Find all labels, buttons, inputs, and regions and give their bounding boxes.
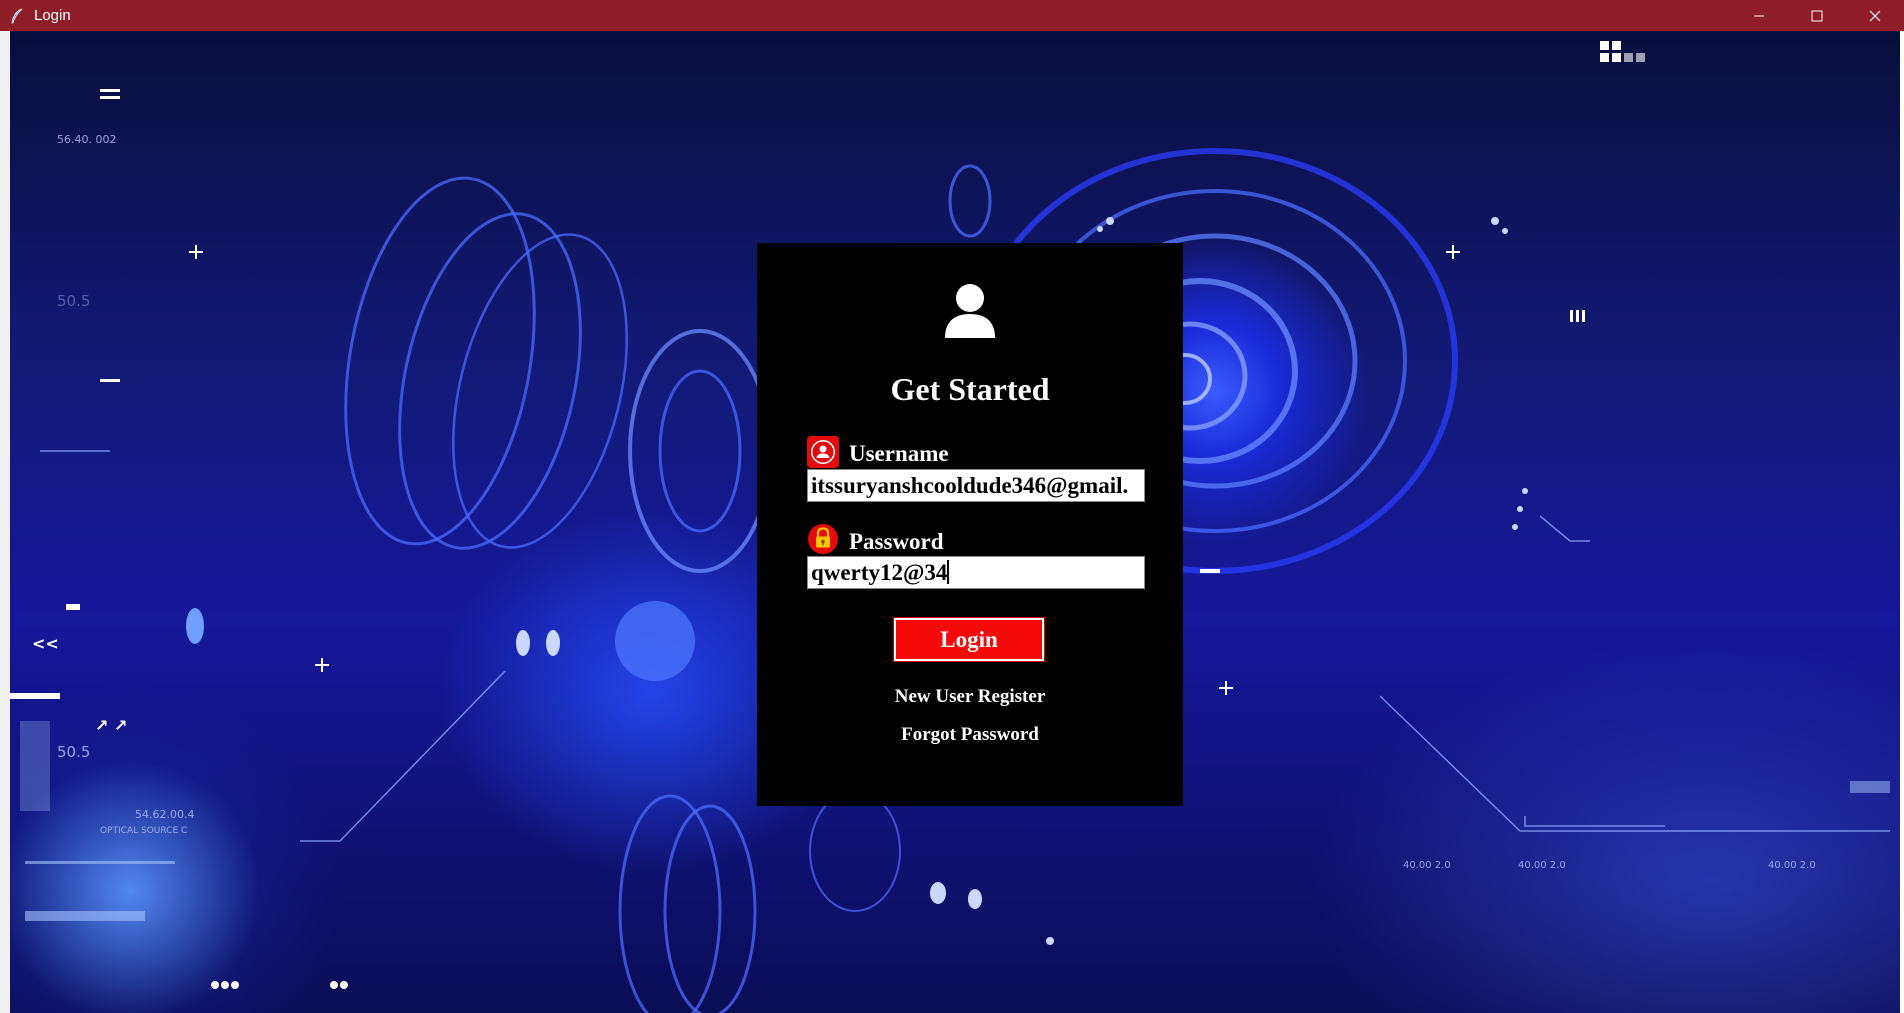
svg-text:<<: << — [32, 634, 59, 653]
feather-icon — [8, 7, 26, 25]
bg-readout-3: 50.5 — [57, 743, 90, 761]
bg-readout-7: 40.00 2.0 — [1518, 860, 1566, 871]
page-title: Get Started — [890, 371, 1050, 407]
forgot-password-link[interactable]: Forgot Password — [757, 724, 1183, 746]
bg-readout-6: 40.00 2.0 — [1403, 860, 1451, 871]
password-value: qwerty12@34 — [811, 560, 948, 585]
close-button[interactable] — [1846, 0, 1904, 31]
window-right-edge — [1900, 31, 1904, 1013]
maximize-icon — [1811, 10, 1823, 21]
bg-readout-4: 54.62.00.4 — [135, 808, 194, 821]
bg-readout-8: 40.00 2.0 — [1768, 860, 1816, 871]
close-icon — [1869, 10, 1881, 21]
register-link[interactable]: New User Register — [757, 686, 1183, 708]
title-bar: Login — [0, 0, 1904, 31]
window-controls — [1730, 0, 1904, 31]
window-left-edge — [0, 31, 10, 1013]
text-caret — [947, 560, 950, 584]
user-avatar-icon — [945, 284, 995, 338]
minimize-icon — [1754, 15, 1764, 16]
lock-icon — [807, 523, 839, 555]
bg-readout-5: OPTICAL SOURCE C — [100, 826, 187, 836]
user-icon — [807, 436, 839, 468]
bg-readout-2: 50.5 — [57, 292, 90, 310]
maximize-button[interactable] — [1788, 0, 1846, 31]
svg-text:↗ ↗: ↗ ↗ — [95, 716, 127, 735]
bg-readout-1: 56.40. 002 — [57, 133, 116, 146]
window-title: Login — [34, 7, 71, 24]
password-label: Password — [849, 529, 944, 554]
username-input[interactable]: itssuryanshcooldude346@gmail. — [807, 469, 1145, 502]
login-button[interactable]: Login — [893, 617, 1045, 662]
username-label: Username — [849, 441, 949, 466]
password-input[interactable]: qwerty12@34 — [807, 556, 1145, 589]
minimize-button[interactable] — [1730, 0, 1788, 31]
login-panel: Get Started Username itssuryanshcooldude… — [757, 243, 1183, 806]
